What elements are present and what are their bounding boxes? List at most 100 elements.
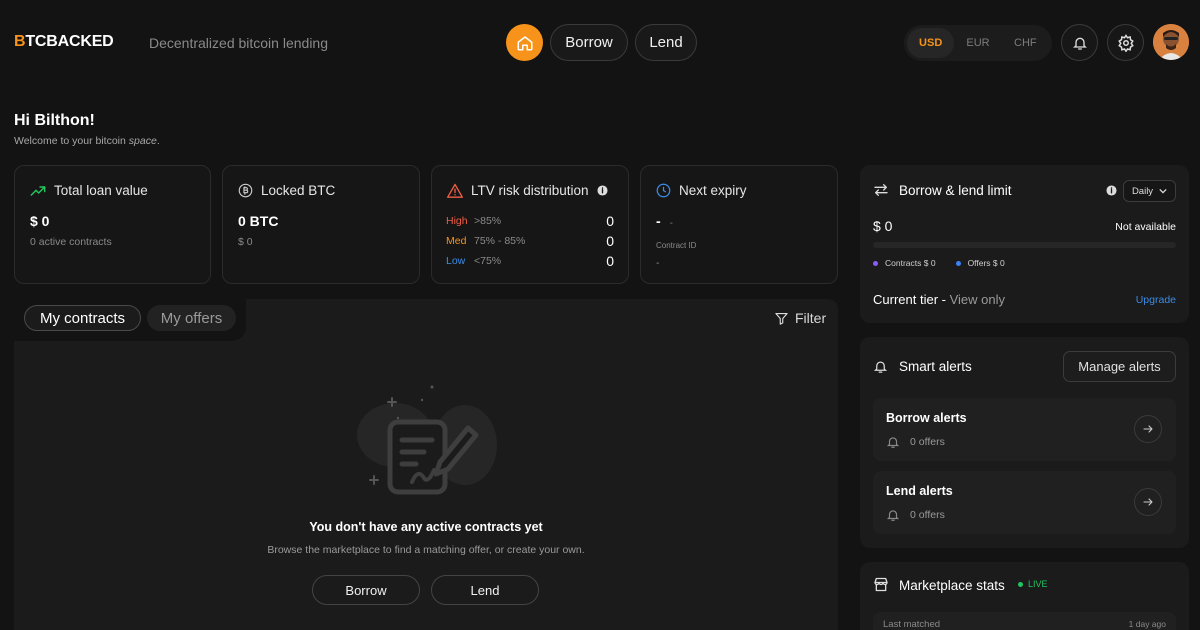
borrow-alerts-arrow-button[interactable] — [1134, 415, 1162, 443]
ltv-header: LTV risk distribution — [447, 183, 608, 198]
total-loan-value: $ 0 — [30, 213, 50, 229]
bell-icon — [873, 361, 888, 373]
contracts-dot — [873, 261, 878, 267]
welcome-emphasis: space — [128, 135, 157, 147]
limit-legend: Contracts $ 0 Offers $ 0 — [873, 258, 1005, 268]
borrow-alerts-count: 0 offers — [910, 436, 945, 448]
legend-offers-label: Offers $ 0 — [967, 258, 1005, 268]
live-badge: LIVE — [1018, 579, 1048, 589]
locked-btc-header: Locked BTC — [238, 183, 335, 198]
user-avatar[interactable] — [1153, 24, 1189, 60]
period-value: Daily — [1131, 185, 1154, 197]
ltv-med-range: 75% - 85% — [474, 235, 526, 247]
trend-up-icon — [30, 185, 46, 196]
avatar-image — [1153, 24, 1189, 60]
currency-chf[interactable]: CHF — [1002, 28, 1049, 58]
ltv-low-range: <75% — [474, 255, 502, 267]
expiry-main: - — [656, 213, 661, 229]
arrow-right-icon — [1143, 425, 1153, 433]
locked-btc-value: 0 BTC — [238, 213, 279, 229]
currency-switcher: USD EUR CHF — [904, 25, 1052, 61]
last-matched-row: Last matched 1 day ago — [873, 612, 1176, 630]
swap-arrows-icon — [874, 184, 888, 196]
store-icon — [874, 577, 888, 592]
borrow-alerts-sub: 0 offers — [886, 435, 945, 449]
currency-usd[interactable]: USD — [907, 28, 955, 58]
welcome-suffix: . — [156, 135, 160, 147]
last-matched-label: Last matched — [883, 619, 941, 630]
expiry-sub: - — [669, 218, 674, 229]
current-tier: Current tier - View only — [873, 292, 1005, 307]
period-select[interactable]: Daily — [1123, 180, 1176, 202]
ltv-row-med: Med 75% - 85% 0 — [446, 233, 614, 249]
next-expiry-value: -- — [656, 213, 673, 229]
settings-button[interactable] — [1107, 24, 1144, 61]
ltv-low-label: Low — [446, 255, 466, 267]
upgrade-link[interactable]: Upgrade — [1136, 294, 1176, 306]
empty-lend-button[interactable]: Lend — [431, 575, 539, 605]
welcome-text: Welcome to your bitcoin space. — [14, 135, 160, 147]
clock-icon — [656, 183, 671, 198]
locked-btc-card: Locked BTC 0 BTC $ 0 — [222, 165, 420, 284]
welcome-prefix: Welcome to your bitcoin — [14, 135, 129, 147]
next-expiry-card: Next expiry -- Contract ID - — [640, 165, 838, 284]
lend-alerts-sub: 0 offers — [886, 508, 945, 522]
tier-value: View only — [949, 292, 1005, 307]
home-icon — [517, 35, 532, 50]
notifications-button[interactable] — [1061, 24, 1098, 61]
smart-alerts-card: Smart alerts Manage alerts Borrow alerts… — [860, 337, 1189, 548]
tab-my-contracts[interactable]: My contracts — [24, 305, 141, 331]
filter-label: Filter — [795, 310, 827, 326]
tab-my-offers[interactable]: My offers — [147, 305, 236, 331]
filter-button[interactable]: Filter — [774, 310, 826, 326]
offers-dot — [955, 261, 961, 267]
lend-alerts-count: 0 offers — [910, 509, 945, 521]
lend-alerts-item[interactable]: Lend alerts 0 offers — [873, 471, 1176, 534]
legend-contracts-label: Contracts $ 0 — [885, 258, 936, 268]
empty-state-subtitle: Browse the marketplace to find a matchin… — [267, 544, 585, 556]
nav-borrow-button[interactable]: Borrow — [550, 24, 628, 61]
nav-lend-button[interactable]: Lend — [635, 24, 697, 61]
currency-eur[interactable]: EUR — [954, 28, 1001, 58]
ltv-med-label: Med — [446, 235, 467, 247]
marketplace-stats-card: Marketplace stats LIVE Last matched 1 da… — [860, 562, 1189, 630]
bitcoin-icon — [238, 183, 253, 198]
total-loan-header: Total loan value — [30, 183, 148, 198]
ltv-row-low: Low <75% 0 — [446, 253, 614, 269]
ltv-low-count: 0 — [606, 253, 614, 269]
info-icon[interactable] — [1106, 185, 1117, 196]
bell-icon — [886, 510, 900, 521]
locked-btc-title: Locked BTC — [261, 183, 336, 198]
contract-id-value: - — [656, 257, 660, 269]
chevron-down-icon — [1159, 188, 1167, 194]
ltv-title: LTV risk distribution — [471, 183, 589, 198]
limit-progress-bar — [873, 242, 1176, 248]
limit-availability: Not available — [1115, 221, 1176, 233]
logo-text: TCBACKED — [25, 33, 114, 50]
logo-bitcoin-letter: B — [14, 33, 26, 50]
limit-value: $ 0 — [873, 218, 893, 234]
lend-alerts-arrow-button[interactable] — [1134, 488, 1162, 516]
greeting-title: Hi Bilthon! — [14, 112, 95, 129]
total-loan-title: Total loan value — [54, 183, 148, 198]
ltv-high-count: 0 — [606, 213, 614, 229]
borrow-alerts-item[interactable]: Borrow alerts 0 offers — [873, 398, 1176, 461]
tier-label: Current tier - — [873, 292, 950, 307]
empty-borrow-button[interactable]: Borrow — [312, 575, 420, 605]
arrow-right-icon — [1143, 498, 1153, 506]
marketplace-title: Marketplace stats — [899, 578, 1005, 593]
info-icon[interactable] — [597, 185, 608, 196]
brand-logo[interactable]: B TCBACKED — [14, 33, 114, 51]
legend-contracts: Contracts $ 0 — [873, 258, 936, 268]
total-loan-card: Total loan value $ 0 0 active contracts — [14, 165, 211, 284]
live-label: LIVE — [1028, 579, 1048, 589]
warning-icon — [447, 183, 463, 198]
last-matched-time: 1 day ago — [1128, 619, 1166, 629]
bell-icon — [1072, 37, 1087, 50]
ltv-med-count: 0 — [606, 233, 614, 249]
manage-alerts-button[interactable]: Manage alerts — [1063, 351, 1176, 382]
home-button[interactable] — [506, 24, 543, 61]
empty-state-title: You don't have any active contracts yet — [309, 520, 543, 534]
live-dot — [1018, 581, 1023, 587]
ltv-high-range: >85% — [474, 215, 502, 227]
